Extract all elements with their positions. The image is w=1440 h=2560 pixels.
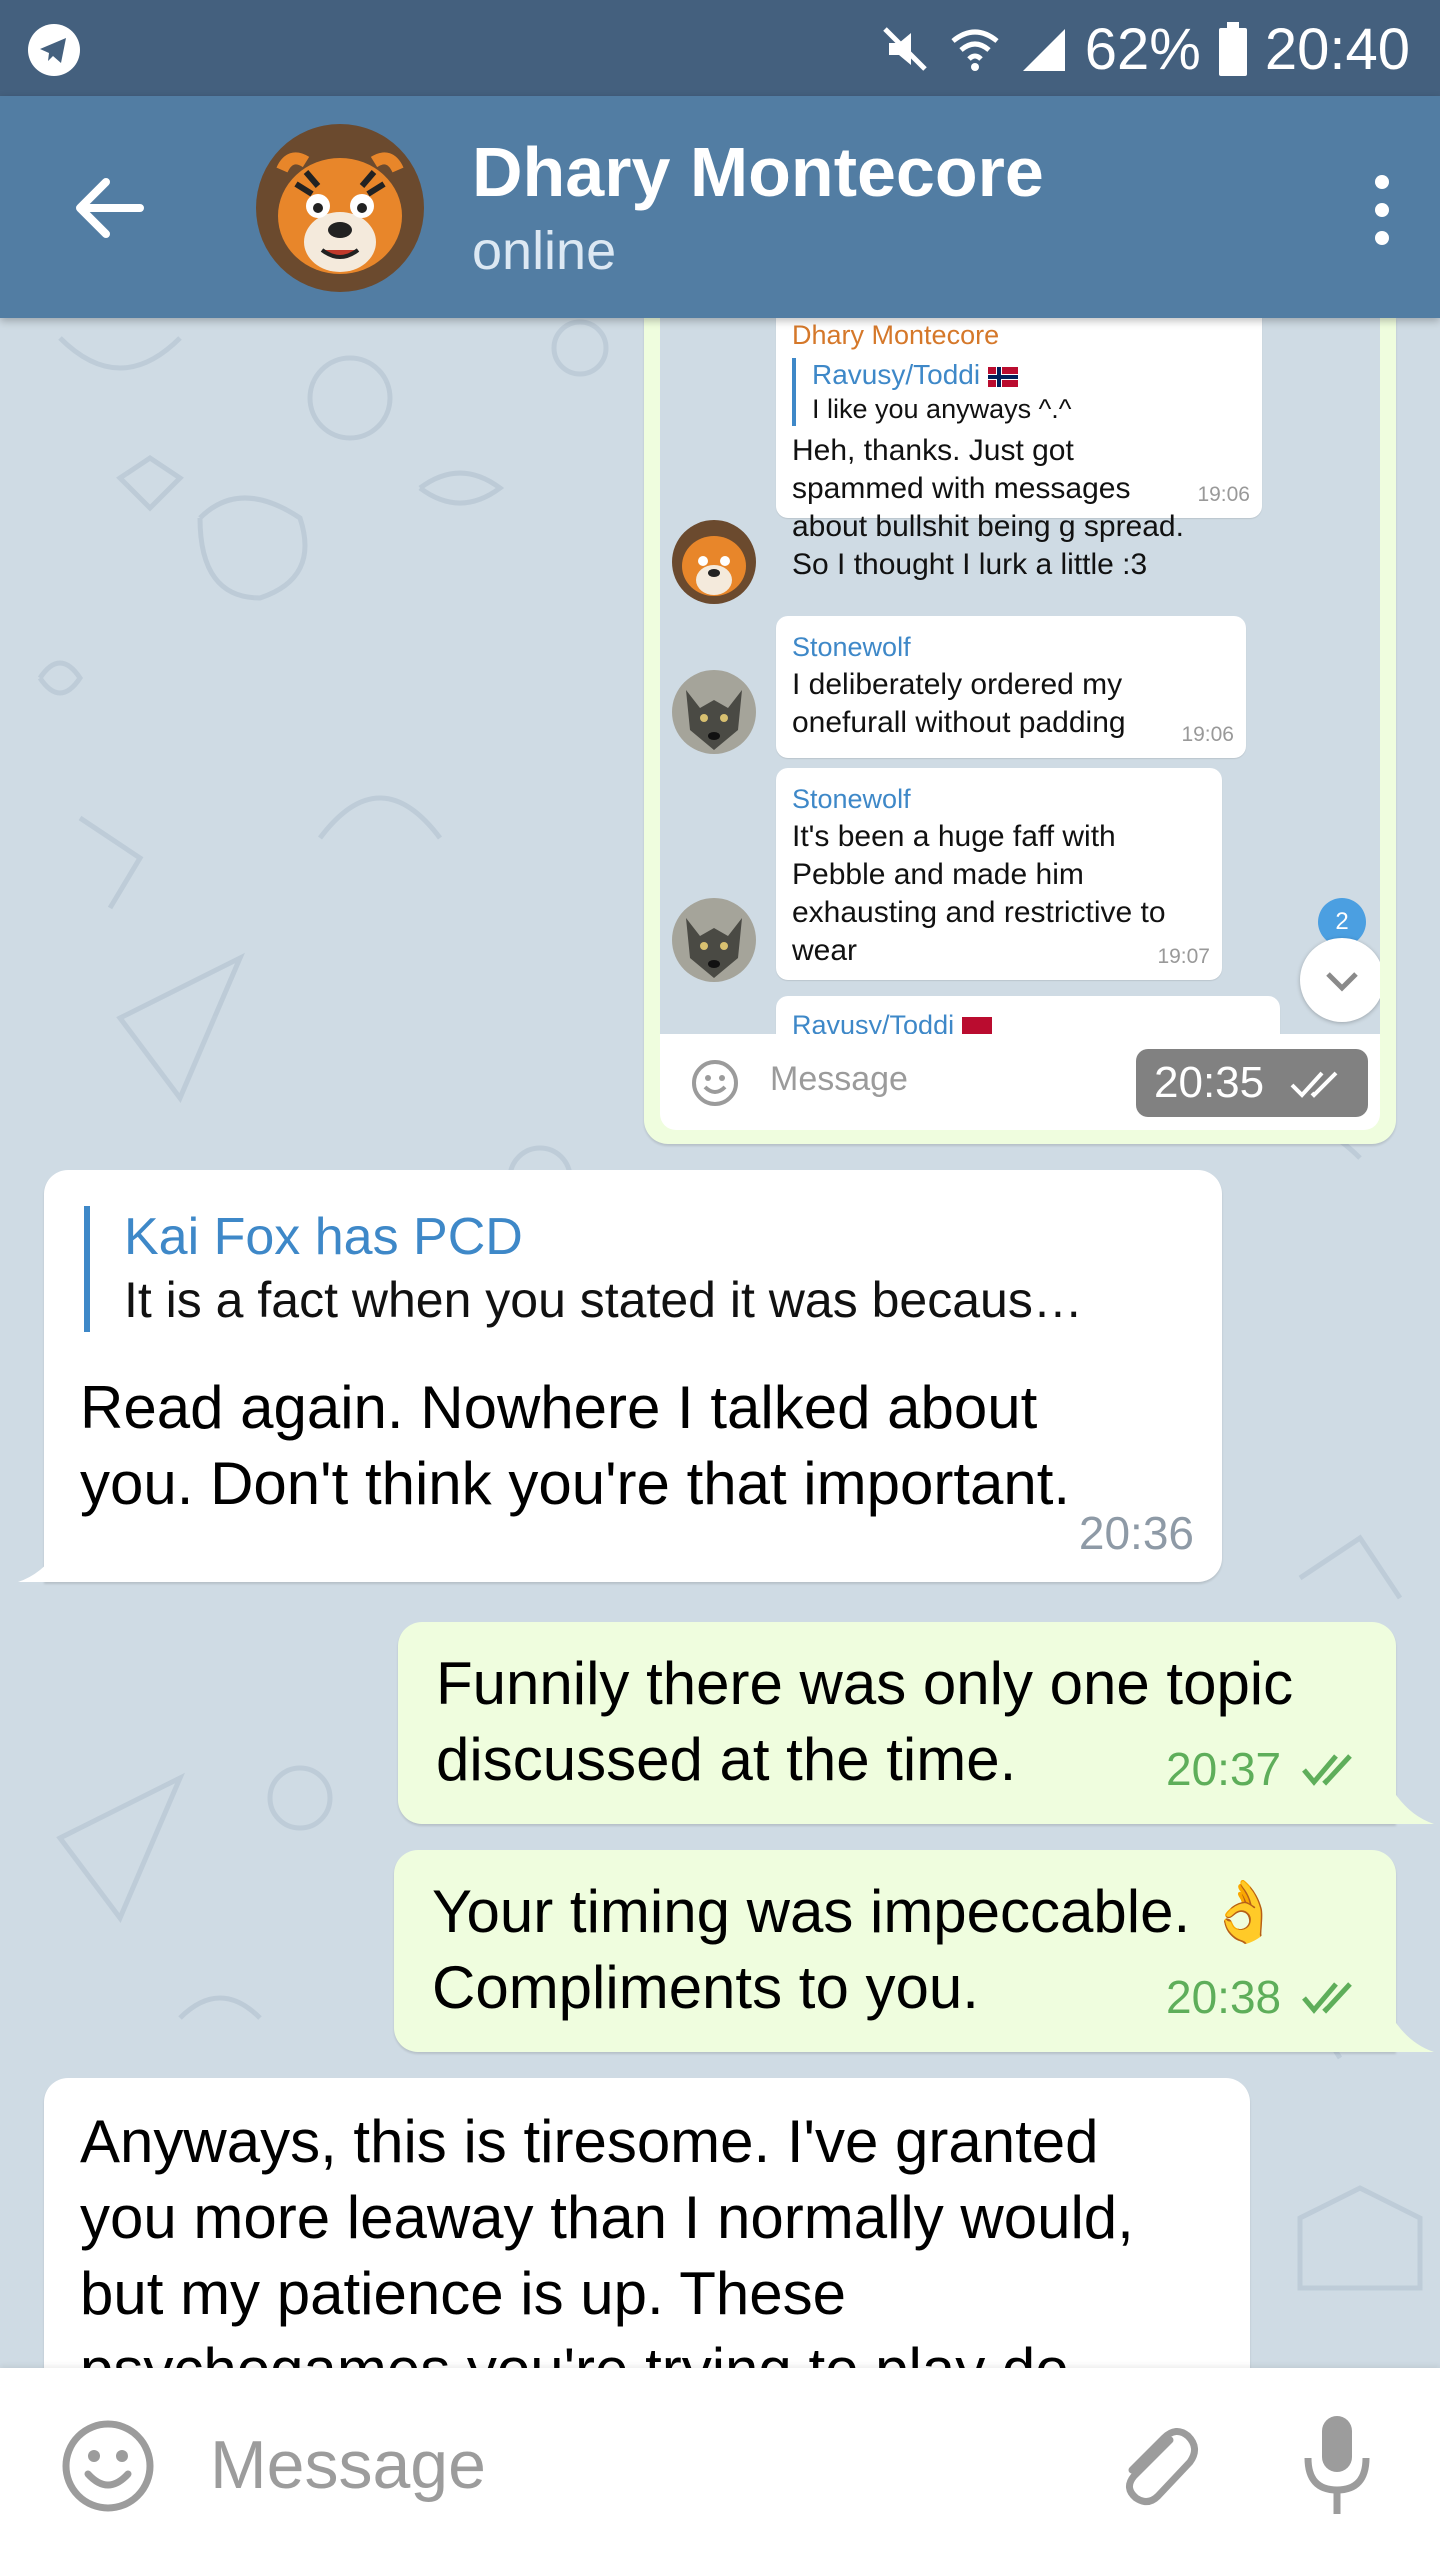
double-check-icon (1302, 1982, 1352, 2014)
mini-avatar-wolf (672, 670, 756, 754)
wolf-avatar-icon (672, 670, 756, 754)
message-text-line: you more leaway than I normally would, (80, 2184, 1134, 2251)
more-vert-icon[interactable] (1364, 172, 1400, 248)
double-check-icon (1290, 1071, 1338, 1098)
reply-sender: Kai Fox has PCD (124, 1208, 523, 1266)
telegram-icon (28, 24, 80, 76)
double-check-icon (1302, 1754, 1352, 1786)
battery-icon (1218, 22, 1247, 76)
emoji-icon[interactable] (60, 2418, 156, 2514)
tiger-avatar-icon (256, 124, 424, 292)
message-text-line: discussed at the time. (436, 1726, 1017, 1793)
mini-sender: Stonewolf (792, 632, 911, 662)
tiger-avatar-icon (672, 520, 756, 604)
mini-text-line: spammed with messages (792, 472, 1131, 505)
message-text-line: Compliments to you. (432, 1954, 979, 2021)
message-time: 20:36 (1078, 1507, 1194, 1559)
smiley-icon (692, 1060, 738, 1106)
mini-quote: Ravusy/Toddi I like you anyways ^.^ (792, 358, 1246, 426)
mini-sender: Dhary Montecore (792, 320, 1000, 350)
message-input[interactable]: Message (210, 2426, 486, 2504)
mini-text-line: Heh, thanks. Just got (792, 434, 1074, 467)
chat-title[interactable]: Dhary Montecore (472, 132, 1044, 212)
message-bubble-outgoing[interactable]: Funnily there was only one topic discuss… (398, 1622, 1396, 1824)
mini-message: Ravusy/Toddi (776, 996, 1280, 1034)
bubble-tail (1394, 2020, 1434, 2052)
message-bubble-incoming[interactable]: Kai Fox has PCD It is a fact when you st… (44, 1170, 1222, 1582)
chevron-down-icon (1326, 972, 1358, 992)
avatar[interactable] (256, 124, 424, 292)
reply-text: It is a fact when you stated it was beca… (124, 1272, 1083, 1328)
mini-text-line: Pebble and made him (792, 858, 1084, 891)
message-time: 20:37 (1166, 1743, 1282, 1795)
mini-text-line: I deliberately ordered my (792, 668, 1123, 701)
message-text-line: Read again. Nowhere I talked about (80, 1374, 1038, 1441)
back-arrow-icon[interactable] (70, 170, 146, 246)
mini-text-line: It's been a huge faff with (792, 820, 1116, 853)
image-timestamp: 20:35 (1136, 1049, 1368, 1117)
mini-time: 19:06 (1181, 723, 1234, 746)
mini-message: Dhary Montecore Ravusy/Toddi I like you … (776, 318, 1262, 581)
mini-text-line: onefurall without padding (792, 706, 1126, 739)
mini-time: 19:07 (1157, 945, 1210, 968)
message-bubble-incoming[interactable]: Anyways, this is tiresome. I've granted … (44, 2078, 1250, 2368)
status-bar: 62% 20:40 (0, 0, 1440, 96)
wolf-avatar-icon (672, 898, 756, 982)
mini-message: Stonewolf It's been a huge faff with Peb… (776, 768, 1222, 980)
bubble-tail (1394, 1792, 1434, 1824)
mini-text-line: wear (792, 934, 858, 967)
scroll-down-button (1300, 938, 1380, 1022)
message-bubble-outgoing[interactable]: Your timing was impeccable. 👌 Compliment… (394, 1850, 1396, 2052)
mini-avatar-wolf (672, 898, 756, 982)
mini-time: 19:06 (1197, 483, 1250, 506)
clock: 20:40 (1264, 16, 1410, 82)
screenshot-input-placeholder: Message (770, 1060, 908, 1098)
mini-quote-text: I like you anyways ^.^ (812, 394, 1072, 424)
mini-sender: Ravusy/Toddi (792, 1006, 1264, 1034)
mini-text-line: exhausting and restrictive to (792, 896, 1166, 929)
chat-header: Dhary Montecore online (0, 96, 1440, 318)
message-time: 20:38 (1166, 1971, 1282, 2023)
message-list[interactable]: Dhary Montecore Ravusy/Toddi I like you … (0, 318, 1440, 2368)
mini-text-line: about bullshit being g spread. (792, 510, 1184, 543)
message-text-line: Anyways, this is tiresome. I've granted (80, 2108, 1099, 2175)
image-time: 20:35 (1154, 1058, 1265, 1107)
microphone-icon[interactable] (1300, 2412, 1374, 2518)
norway-flag-icon (961, 1016, 992, 1034)
battery-percent: 62% (1084, 16, 1201, 82)
wifi-icon (951, 29, 999, 71)
message-text-line: Funnily there was only one topic (436, 1650, 1294, 1717)
screenshot-image[interactable]: Dhary Montecore Ravusy/Toddi I like you … (660, 318, 1380, 1034)
signal-icon (1022, 29, 1065, 71)
attach-icon[interactable] (1108, 2416, 1204, 2512)
mini-quote-sender: Ravusy/Toddi (812, 359, 981, 390)
reply-quote[interactable]: Kai Fox has PCD It is a fact when you st… (84, 1206, 1194, 1332)
message-text-line: but my patience is up. These (80, 2260, 846, 2327)
mute-icon (882, 27, 927, 71)
message-text-line: Your timing was impeccable. 👌 (432, 1878, 1282, 1945)
bubble-tail (18, 1550, 58, 1582)
message-input-bar: Message (0, 2368, 1440, 2560)
screenshot-message[interactable]: Dhary Montecore Ravusy/Toddi I like you … (644, 318, 1396, 1144)
presence-status: online (472, 221, 617, 281)
mini-text-line: So I thought I lurk a little :3 (792, 548, 1148, 581)
norway-flag-icon (987, 366, 1018, 387)
message-text-line: you. Don't think you're that important. (80, 1450, 1071, 1517)
mini-message: Stonewolf I deliberately ordered my onef… (776, 616, 1246, 758)
mini-avatar-tiger (672, 520, 756, 604)
mini-sender: Stonewolf (792, 784, 911, 814)
message-text-line: psychogames you're trying to play do (80, 2332, 1134, 2368)
